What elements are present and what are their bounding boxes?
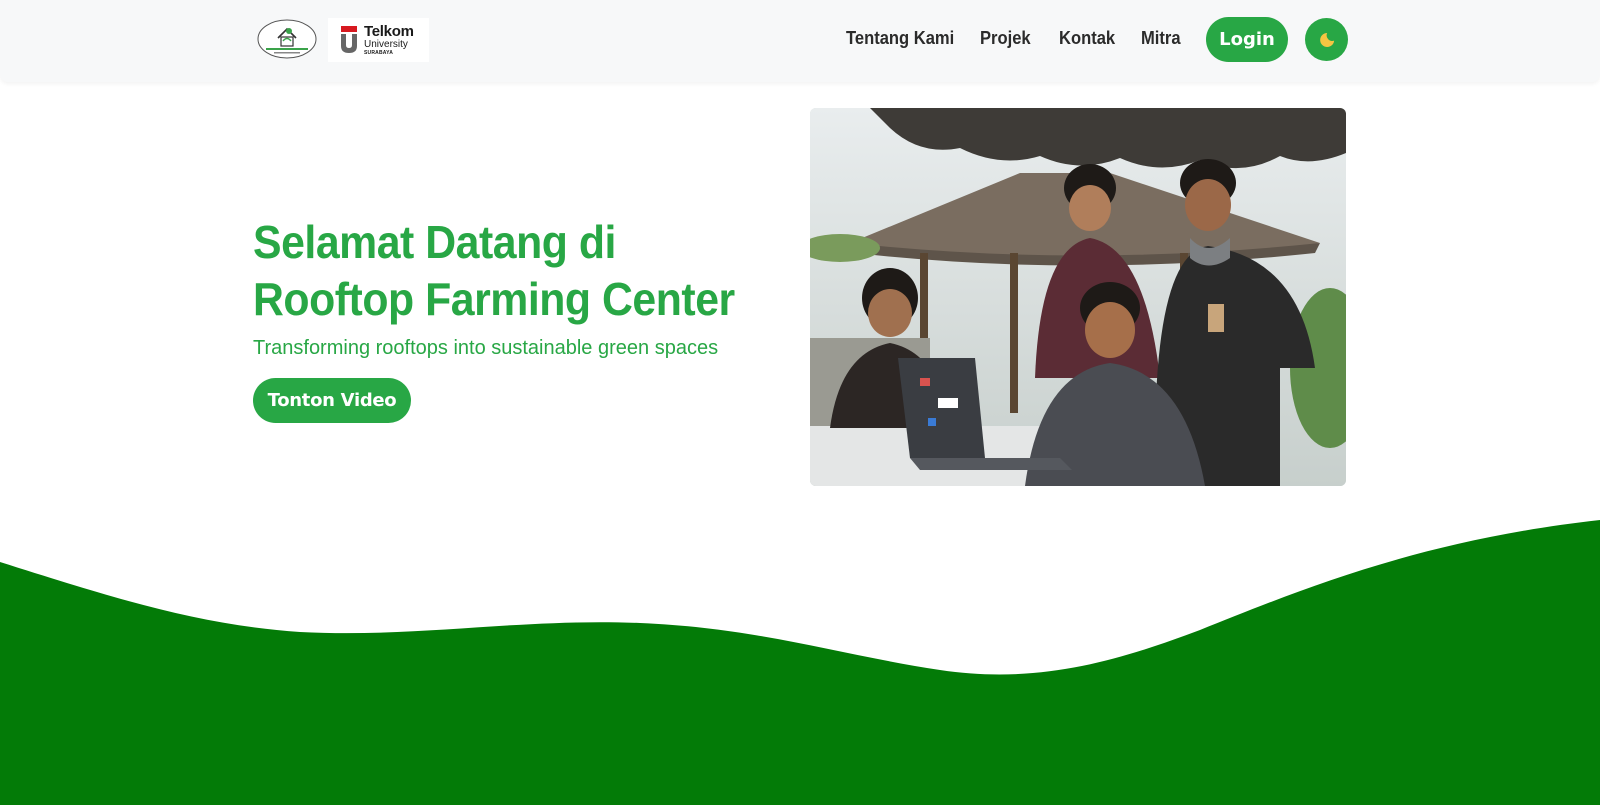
telkom-wordmark: Telkom University SURABAYA <box>364 24 414 56</box>
telkom-city-label: SURABAYA <box>364 50 394 56</box>
hero-subtitle: Transforming rooftops into sustainable g… <box>253 337 719 359</box>
theme-toggle-button[interactable] <box>1305 18 1348 61</box>
telkom-mark-icon <box>341 26 357 53</box>
nav-link-tentang-kami[interactable]: Tentang Kami <box>846 28 954 50</box>
nav-link-kontak[interactable]: Kontak <box>1059 28 1115 50</box>
login-button[interactable]: Login <box>1206 17 1288 62</box>
team-photo-illustration <box>810 108 1346 486</box>
watch-video-button[interactable]: Tonton Video <box>253 378 411 423</box>
nav-link-mitra[interactable]: Mitra <box>1141 28 1181 50</box>
navbar: Telkom University SURABAYA Tentang Kami … <box>0 0 1600 82</box>
telkom-university-label: University <box>364 39 408 50</box>
nav-link-projek[interactable]: Projek <box>980 28 1031 50</box>
telkom-name: Telkom <box>364 23 414 40</box>
telkom-university-logo[interactable]: Telkom University SURABAYA <box>328 18 429 62</box>
hero-photo <box>810 108 1346 486</box>
rooftop-farming-center-logo[interactable] <box>256 18 318 60</box>
rfc-logo-icon <box>257 19 317 59</box>
moon-icon <box>1319 32 1334 47</box>
hero-title: Selamat Datang di Rooftop Farming Center <box>253 216 735 325</box>
green-wave-decoration <box>0 520 1600 805</box>
